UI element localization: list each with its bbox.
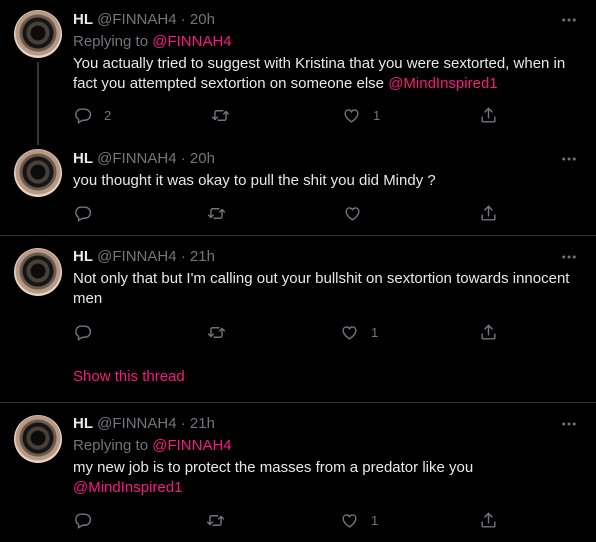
tweet-actions: 2 1 [73,105,513,125]
handle[interactable]: @FINNAH4 [97,415,176,432]
retweet-icon [207,204,226,223]
display-name[interactable]: HL [73,248,93,265]
retweet-button[interactable] [207,203,226,223]
more-icon[interactable] [560,150,578,168]
replying-to-mention[interactable]: @FINNAH4 [152,437,231,454]
tweet[interactable]: HL @FINNAH4 · 21h Replying to @FINNAH4 m… [0,403,596,542]
replying-label: Replying to [73,33,149,50]
replying-to: Replying to @FINNAH4 [73,436,232,456]
tweet-header: HL @FINNAH4 · 21h [73,247,215,267]
timestamp[interactable]: · 20h [181,150,215,167]
timestamp[interactable]: · 21h [181,248,215,265]
heart-icon [342,106,361,125]
tweet-text: my new job is to protect the masses from… [73,458,578,498]
handle[interactable]: @FINNAH4 [97,150,176,167]
handle[interactable]: @FINNAH4 [97,248,176,265]
tweet-header: HL @FINNAH4 · 20h [73,10,215,30]
share-button[interactable] [479,322,498,342]
more-icon[interactable] [560,415,578,433]
tweet-text: Not only that but I'm calling out your b… [73,269,578,309]
tweet-body: Not only that but I'm calling out your b… [73,270,570,307]
retweet-button[interactable] [206,510,225,530]
like-button[interactable] [343,203,374,223]
retweet-button[interactable] [211,105,230,125]
tweet[interactable]: HL @FINNAH4 · 20h Replying to @FINNAH4 Y… [0,0,596,145]
reply-button[interactable] [73,322,104,342]
reply-button[interactable] [73,203,104,223]
replying-label: Replying to [73,437,149,454]
heart-icon [343,204,362,223]
heart-icon [340,323,359,342]
like-button[interactable]: 1 [342,105,380,125]
tweet-header: HL @FINNAH4 · 20h [73,149,215,169]
share-icon [479,323,498,342]
share-button[interactable] [479,105,498,125]
reply-icon [73,323,92,342]
more-icon[interactable] [560,248,578,266]
show-thread-link[interactable]: Show this thread [73,367,185,387]
share-button[interactable] [479,510,498,530]
share-icon [479,106,498,125]
avatar[interactable] [14,248,62,296]
reply-icon [73,204,92,223]
avatar[interactable] [14,10,62,58]
tweet[interactable]: HL @FINNAH4 · 21h Not only that but I'm … [0,236,596,402]
display-name[interactable]: HL [73,150,93,167]
share-icon [479,511,498,530]
avatar[interactable] [14,149,62,197]
tweet-body: my new job is to protect the masses from… [73,459,474,476]
retweet-icon [211,106,230,125]
reply-icon [73,106,92,125]
reply-count: 2 [104,107,112,123]
retweet-icon [206,511,225,530]
reply-button[interactable]: 2 [73,105,111,125]
tweet[interactable]: HL @FINNAH4 · 20h you thought it was oka… [0,145,596,235]
tweet-body: you thought it was okay to pull the shit… [73,172,436,189]
tweet-text: you thought it was okay to pull the shit… [73,171,578,191]
like-button[interactable]: 1 [340,510,378,530]
tweet-actions [73,203,513,223]
like-count: 1 [371,512,379,528]
tweet-actions: 1 [73,510,513,530]
display-name[interactable]: HL [73,11,93,28]
thread-line [37,62,39,145]
replying-to-mention[interactable]: @FINNAH4 [152,33,231,50]
avatar[interactable] [14,415,62,463]
more-icon[interactable] [560,11,578,29]
display-name[interactable]: HL [73,415,93,432]
like-button[interactable]: 1 [340,322,378,342]
mention-link[interactable]: @MindInspired1 [388,75,497,92]
retweet-icon [207,323,226,342]
handle[interactable]: @FINNAH4 [97,11,176,28]
timestamp[interactable]: · 20h [181,11,215,28]
share-button[interactable] [479,203,498,223]
mention-link[interactable]: @MindInspired1 [73,479,182,496]
tweet-header: HL @FINNAH4 · 21h [73,414,215,434]
share-icon [479,204,498,223]
retweet-button[interactable] [207,322,226,342]
tweet-text: You actually tried to suggest with Krist… [73,54,578,94]
heart-icon [340,511,359,530]
like-count: 1 [371,324,379,340]
reply-button[interactable] [73,510,104,530]
replying-to: Replying to @FINNAH4 [73,32,232,52]
tweet-actions: 1 [73,322,513,342]
timestamp[interactable]: · 21h [181,415,215,432]
like-count: 1 [373,107,381,123]
reply-icon [73,511,92,530]
